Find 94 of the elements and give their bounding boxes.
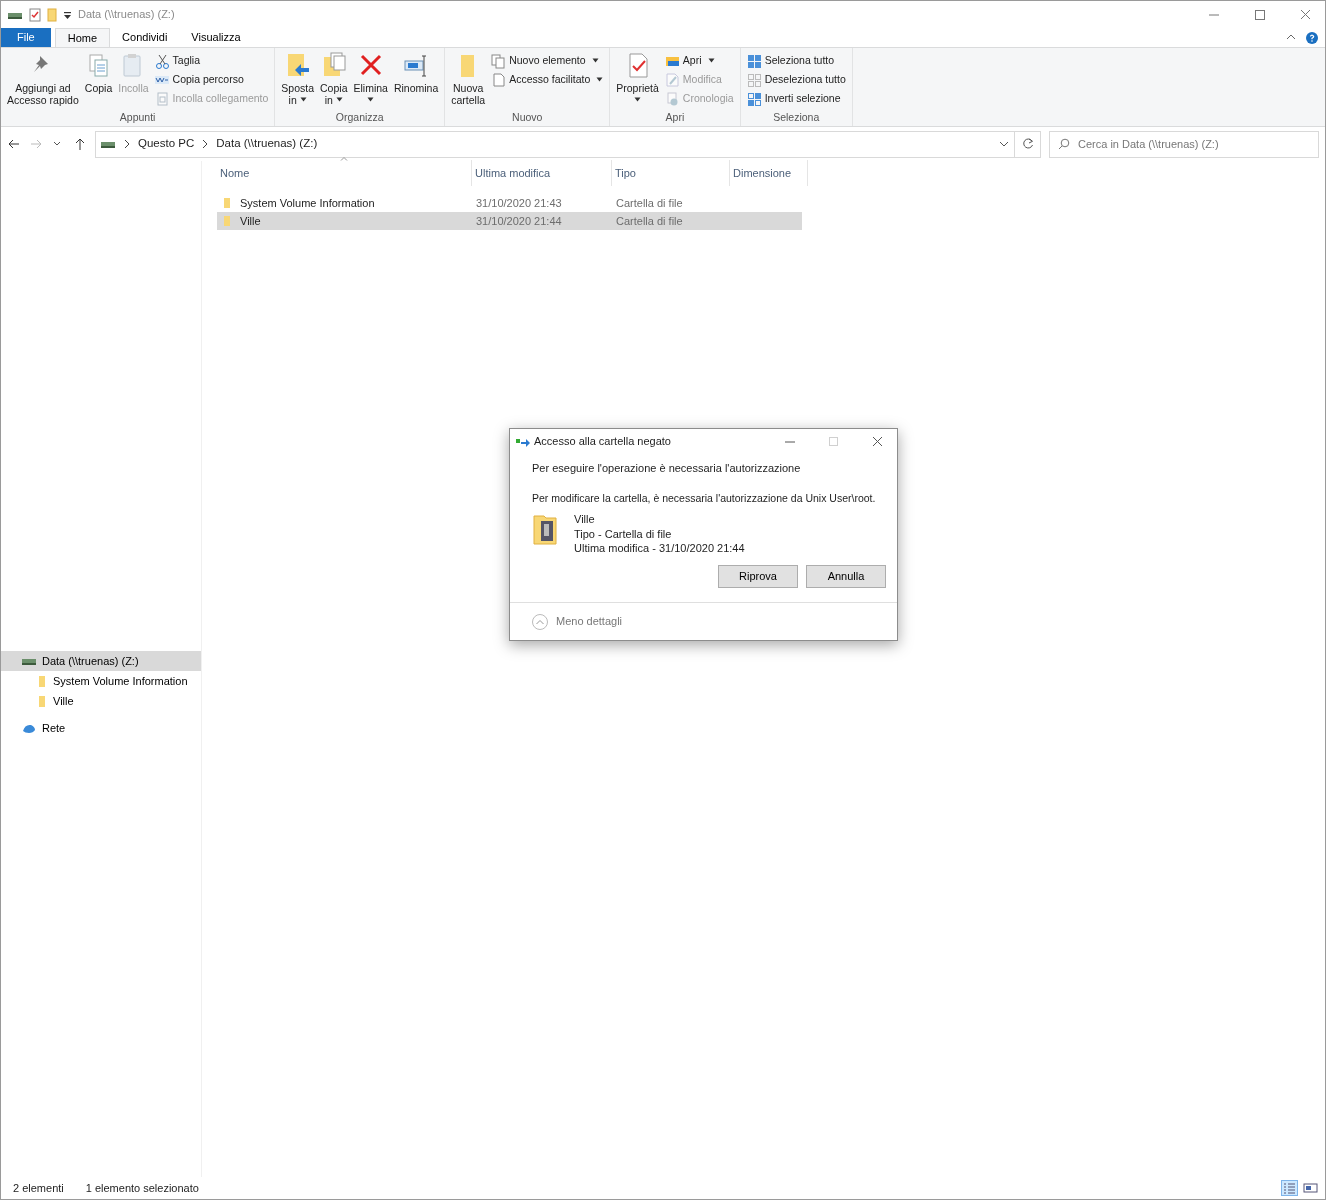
history-icon (664, 91, 680, 107)
back-icon[interactable] (7, 137, 21, 151)
folder-icon (222, 215, 232, 227)
file-row[interactable]: System Volume Information 31/10/2020 21:43 Cartella di file (217, 194, 802, 212)
file-type: Tipo - Cartella di file (574, 526, 673, 542)
date-cell: 31/10/2020 21:44 (476, 214, 562, 227)
item-count: 2 elementi (13, 1180, 64, 1196)
folder-icon (36, 694, 48, 708)
caret-icon (634, 97, 642, 102)
column-header[interactable]: Dimensione (730, 160, 808, 186)
caret-icon[interactable] (63, 9, 72, 20)
tiles-view-button[interactable] (1302, 1180, 1319, 1196)
maximize-icon[interactable] (1253, 9, 1265, 20)
caret-icon (335, 97, 343, 102)
breadcrumb-item[interactable]: Questo PC (138, 135, 195, 153)
ribbon-button[interactable]: Accesso facilitato (489, 71, 606, 89)
caret-icon (707, 58, 715, 63)
ribbon-button[interactable]: Deseleziona tutto (744, 71, 848, 89)
ribbon-button[interactable]: Elimina (351, 50, 390, 110)
details-toggle[interactable]: Meno dettagli (532, 613, 623, 630)
chevron-up-icon (532, 613, 548, 630)
tree-item[interactable]: Ville (1, 691, 201, 711)
file-row[interactable]: Ville 31/10/2020 21:44 Cartella di file (217, 212, 802, 230)
group-label: Seleziona (772, 110, 821, 125)
pencil-document-icon (664, 72, 680, 88)
folder-image-icon (532, 512, 558, 547)
group-label: Apri (664, 110, 686, 125)
scissors-icon (154, 53, 170, 69)
caret-icon (596, 77, 604, 82)
window-title: Data (\\truenas) (Z:) (78, 7, 175, 23)
close-icon[interactable] (871, 436, 883, 447)
paste-shortcut-icon (154, 91, 170, 107)
ribbon-button[interactable]: Aggiungi ad Accesso rapido (5, 50, 81, 110)
file-name: Ville (240, 213, 261, 229)
file-modified: Ultima modifica - 31/10/2020 21:44 (574, 541, 745, 556)
tree-item[interactable]: System Volume Information (1, 671, 201, 691)
ribbon-button[interactable]: Taglia (152, 52, 271, 70)
tree-item[interactable]: Rete (1, 718, 201, 738)
file-tab[interactable]: File (1, 28, 51, 47)
dialog-button[interactable]: Riprova (718, 564, 798, 588)
document-icon (491, 72, 507, 88)
ribbon-tab[interactable]: Condividi (110, 28, 180, 47)
ribbon-button[interactable]: Copia in (318, 50, 350, 110)
ribbon-button[interactable]: Proprietà (614, 50, 661, 110)
search-icon (1058, 138, 1070, 150)
close-icon[interactable] (1299, 9, 1311, 20)
dialog-title: Accesso alla cartella negato (534, 434, 671, 450)
column-header[interactable]: Nome (217, 160, 472, 186)
new-item-icon (491, 53, 507, 69)
chevron-right-icon (124, 139, 130, 149)
chevron-right-icon (202, 139, 209, 149)
folder-icon (36, 674, 48, 688)
sort-caret-icon (340, 156, 348, 161)
ribbon-button[interactable]: Nuova cartella (449, 50, 488, 110)
ribbon-button[interactable]: Copia percorso (152, 71, 271, 89)
folder-icon (222, 197, 232, 209)
caret-icon (299, 97, 307, 102)
search-placeholder: Cerca in Data (\\truenas) (Z:) (1078, 136, 1219, 152)
select-all-icon (746, 53, 762, 69)
column-header[interactable]: Tipo (612, 160, 730, 186)
file-name: Ville (574, 512, 596, 527)
invert-selection-icon (746, 91, 762, 107)
ribbon-button[interactable]: Sposta in (279, 50, 317, 110)
ribbon-tab[interactable]: Home (54, 28, 111, 47)
dialog-button[interactable]: Annulla (806, 564, 886, 588)
group-label: Appunti (118, 110, 157, 125)
type-cell: Cartella di file (616, 196, 683, 209)
search-field[interactable]: Cerca in Data (\\truenas) (Z:) (1049, 130, 1319, 158)
dialog-heading: Per eseguire l'operazione è necessaria l'autorizzazione (532, 461, 802, 476)
breadcrumb-item[interactable]: Data (\\truenas) (Z:) (216, 135, 318, 153)
ribbon-button[interactable]: Seleziona tutto (744, 52, 848, 70)
select-none-icon (746, 72, 762, 88)
checkmark-document-icon[interactable] (29, 7, 41, 22)
caret-icon (367, 97, 375, 102)
refresh-icon[interactable] (1021, 138, 1034, 150)
selection-count: 1 elemento selezionato (85, 1180, 199, 1196)
ribbon-button[interactable]: Copia (82, 50, 115, 110)
ribbon-button[interactable]: Inverti selezione (744, 90, 848, 108)
date-cell: 31/10/2020 21:43 (476, 196, 562, 209)
column-header[interactable]: Ultima modifica (472, 160, 612, 186)
ribbon-button[interactable]: Nuovo elemento (489, 52, 606, 70)
group-label: Nuovo (511, 110, 544, 125)
ribbon-button[interactable]: Rinomina (391, 50, 441, 110)
transfer-icon (516, 436, 530, 447)
ribbon-button[interactable]: Apri (662, 52, 736, 70)
caret-icon (591, 58, 599, 63)
up-icon[interactable] (73, 137, 87, 151)
file-name: System Volume Information (240, 195, 375, 211)
type-cell: Cartella di file (616, 214, 683, 227)
address-field[interactable]: Questo PC Data (\\truenas) (Z:) (95, 130, 1015, 158)
ribbon-tab[interactable]: Visualizza (179, 28, 253, 47)
tree-item[interactable]: Data (\\truenas) (Z:) (1, 651, 201, 671)
group-label: Organizza (334, 110, 385, 125)
dialog-message: Per modificare la cartella, è necessaria l'autorizzazione da Unix User\root. (532, 490, 877, 506)
